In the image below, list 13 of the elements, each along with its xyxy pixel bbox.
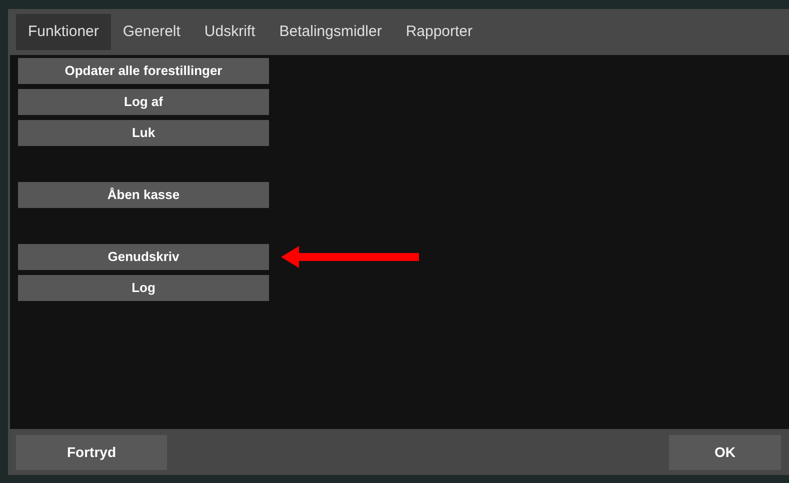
tab[interactable]: Udskrift [192,14,268,50]
tab[interactable]: Generelt [110,14,192,50]
function-button[interactable]: Log af [18,89,269,115]
cancel-button[interactable]: Fortryd [16,434,167,470]
function-button[interactable]: Luk [18,120,269,146]
function-button[interactable]: Log [18,275,269,301]
tab[interactable]: Betalingsmidler [267,14,394,50]
tab[interactable]: Rapporter [394,14,485,50]
tab[interactable]: Funktioner [16,14,111,50]
function-button[interactable]: Opdater alle forestillinger [18,58,269,84]
function-button[interactable]: Genudskriv [18,244,269,270]
function-button[interactable]: Åben kasse [18,182,269,208]
ok-button[interactable]: OK [669,434,781,470]
